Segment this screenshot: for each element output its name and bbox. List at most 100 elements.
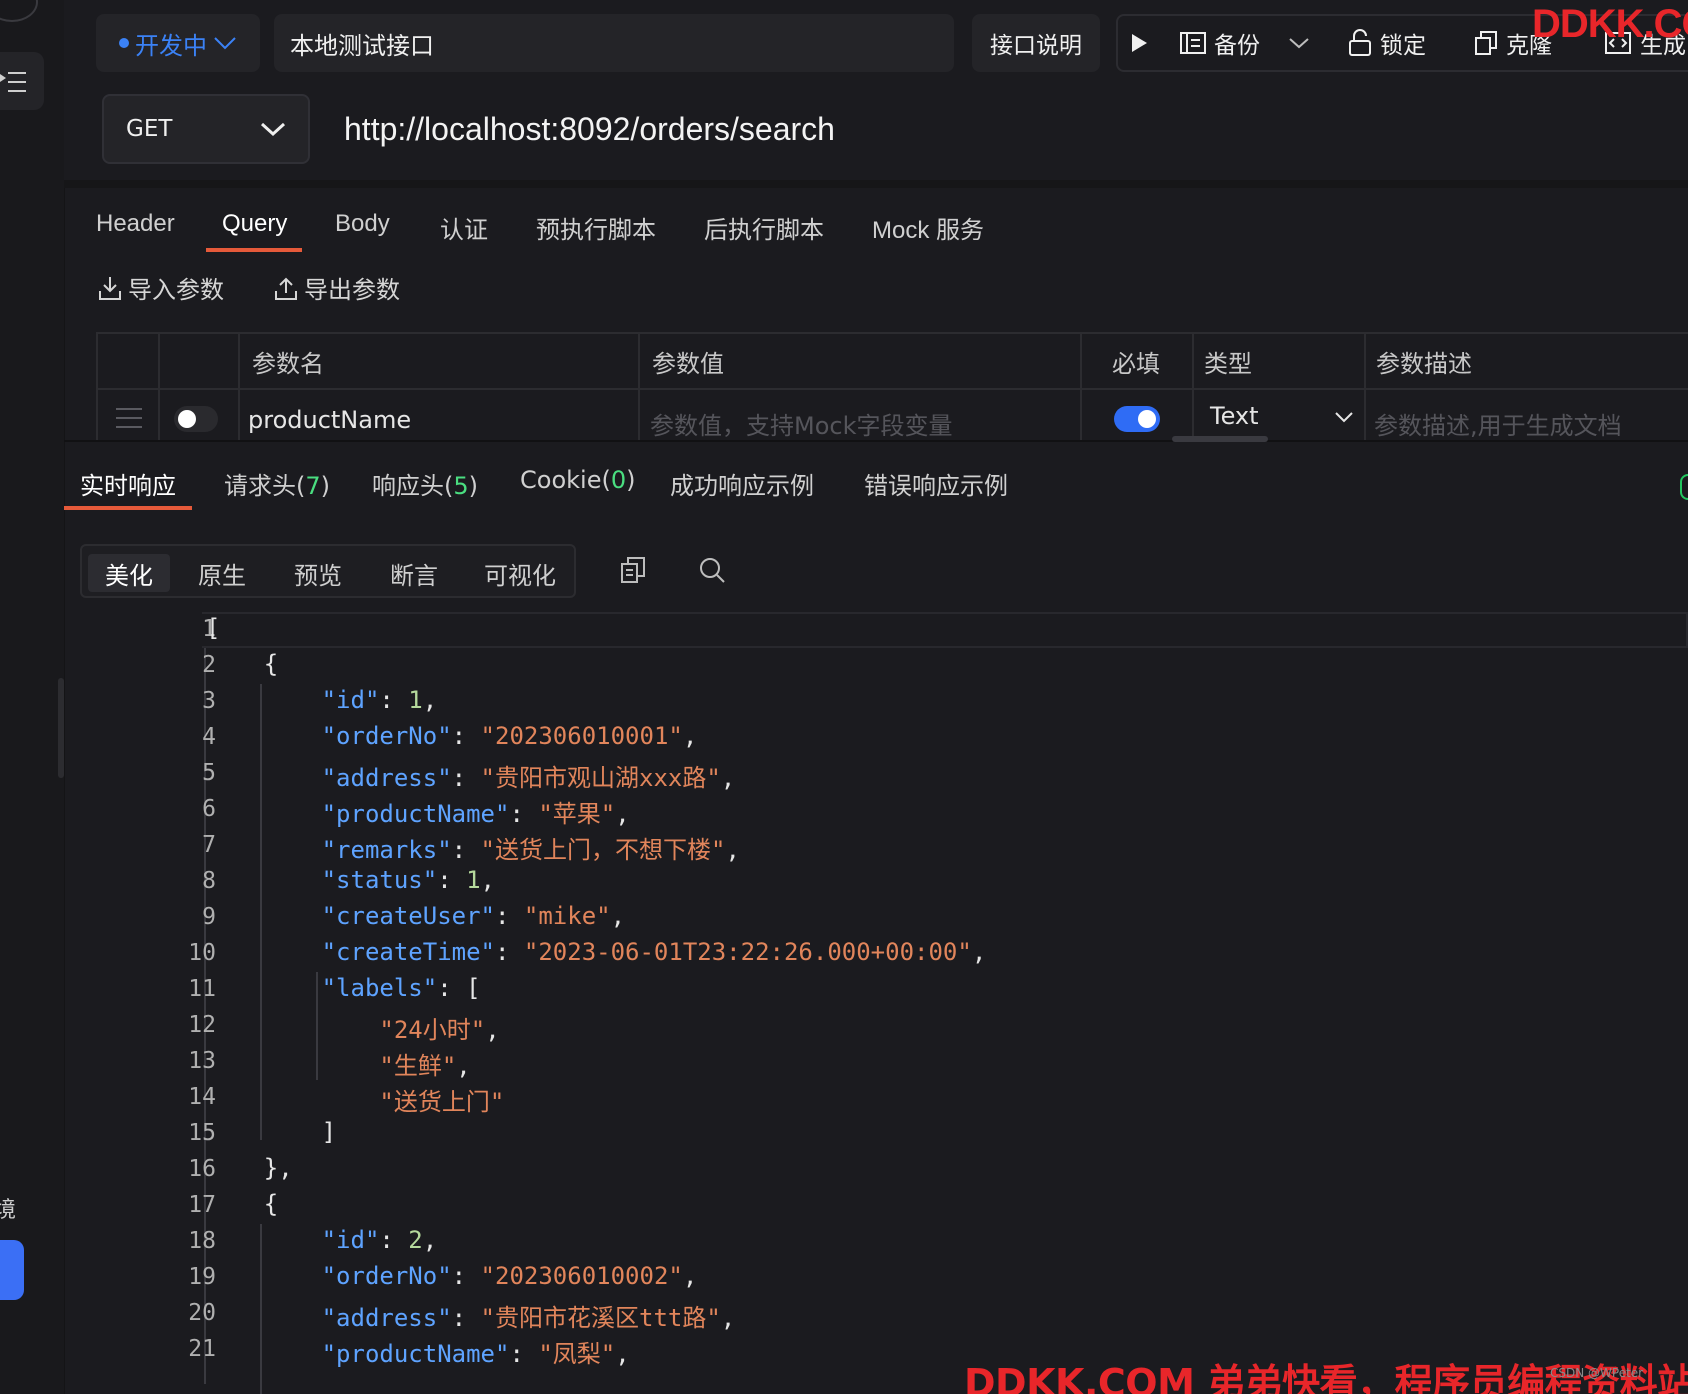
tab-pre-script[interactable]: 预执行脚本 [536,210,656,245]
tab-header[interactable]: Header [96,210,175,238]
line-number: 9 [202,904,216,930]
count-badge: 5 [453,472,469,500]
tab-body[interactable]: Body [335,210,390,238]
param-type-select[interactable]: Text [1210,402,1259,430]
param-actions: 导入参数 导出参数 [98,270,400,305]
code-token: : [451,1262,481,1290]
sidebar-active-indicator[interactable] [0,1240,24,1300]
code-token: "remarks" [321,836,452,864]
code-token: , [422,1226,438,1254]
code-token: : [ [437,974,481,1002]
sidebar-avatar-ring[interactable] [0,0,38,22]
view-assert-button[interactable]: 断言 [374,554,454,592]
sidebar-toggle-button[interactable] [0,52,44,110]
code-line: "id": 2, [206,1226,438,1254]
code-token: , [480,866,495,894]
status-dropdown[interactable]: 开发中 [96,14,260,72]
param-description-input[interactable]: 参数描述,用于生成文档 [1374,406,1622,441]
import-params-button[interactable]: 导入参数 [98,270,224,305]
code-token: : [451,1304,481,1332]
drag-handle-icon[interactable] [114,406,144,430]
lock-button[interactable]: 锁定 [1348,14,1426,72]
line-number: 13 [188,1048,216,1074]
clone-icon [1475,31,1497,55]
code-token: }, [206,1154,293,1182]
chevron-down-icon[interactable] [1288,36,1310,50]
search-icon[interactable] [698,556,726,584]
code-token: "生鲜" [379,1052,457,1080]
api-doc-button[interactable]: 接口说明 [972,14,1100,72]
tab-success-example[interactable]: 成功响应示例 [670,466,814,501]
tab-error-example[interactable]: 错误响应示例 [864,466,1008,501]
line-number: 15 [188,1120,216,1146]
code-token: : [509,1340,539,1368]
url-input[interactable] [328,94,1688,164]
view-visualize-button[interactable]: 可视化 [470,554,570,592]
tab-realtime-response[interactable]: 实时响应 [80,466,176,501]
copy-icon[interactable] [620,556,646,584]
code-line: [ [206,614,220,642]
current-line-highlight [202,612,1688,648]
tab-auth[interactable]: 认证 [440,210,488,245]
view-raw-button[interactable]: 原生 [182,554,262,592]
lock-label: 锁定 [1380,33,1426,59]
line-number: 19 [188,1264,216,1290]
line-number: 14 [188,1084,216,1110]
status-label: 开发中 [135,31,207,60]
line-number: 3 [202,688,216,714]
view-pretty-button[interactable]: 美化 [88,554,170,592]
code-token: , [615,1340,630,1368]
code-token: "orderNo" [321,1262,452,1290]
code-token: "贵阳市花溪区ttt路" [480,1304,721,1332]
tab-mock[interactable]: Mock 服务 [872,210,984,245]
line-number: 6 [202,796,216,822]
code-token: "orderNo" [321,722,452,750]
tab-label-close: ) [626,466,636,494]
tab-post-script[interactable]: 后执行脚本 [704,210,824,245]
code-line: { [206,650,278,678]
code-token: "address" [321,764,452,792]
tab-cookie[interactable]: Cookie(0) [520,466,635,494]
code-token: : [451,722,481,750]
count-badge: 0 [610,466,627,494]
backup-button[interactable]: 备份 [1180,14,1310,72]
code-line: }, [206,1154,293,1182]
param-required-toggle[interactable] [1114,406,1160,432]
param-value-input[interactable]: 参数值，支持Mock字段变量 [650,406,952,441]
panel-splitter[interactable] [64,440,1688,442]
tab-query[interactable]: Query [222,210,287,238]
chevron-down-icon[interactable] [1334,410,1354,424]
export-params-button[interactable]: 导出参数 [274,270,400,305]
status-indicator [1680,474,1688,500]
code-token: "2023-06-01T23:22:26.000+00:00" [523,938,972,966]
splitter-grip[interactable] [1172,436,1268,442]
row-divider [98,388,1688,390]
api-name-input[interactable] [274,14,954,72]
line-number: 16 [188,1156,216,1182]
code-token: "mike" [523,902,611,930]
code-line: "labels": [ [206,974,481,1002]
sidebar-truncated-label: 境 [0,1198,17,1223]
code-token: : [494,902,524,930]
response-code-editor[interactable]: 1[2 {3 "id": 1, 4 "orderNo": "20230601000… [64,612,1688,1394]
param-name-cell[interactable]: productName [248,406,411,434]
view-preview-button[interactable]: 预览 [278,554,358,592]
http-method-select[interactable]: GET [102,94,310,164]
code-token: , [422,686,438,714]
code-line: { [206,1190,278,1218]
tab-response-headers[interactable]: 响应头(5) [372,466,478,501]
upload-icon [275,277,297,300]
param-enabled-toggle[interactable] [174,406,218,432]
line-number: 5 [202,760,216,786]
run-button[interactable] [1130,14,1148,72]
header-param-name: 参数名 [252,350,324,378]
tab-request-headers[interactable]: 请求头(7) [224,466,330,501]
code-token: : [451,764,481,792]
code-token: "productName" [321,800,510,828]
